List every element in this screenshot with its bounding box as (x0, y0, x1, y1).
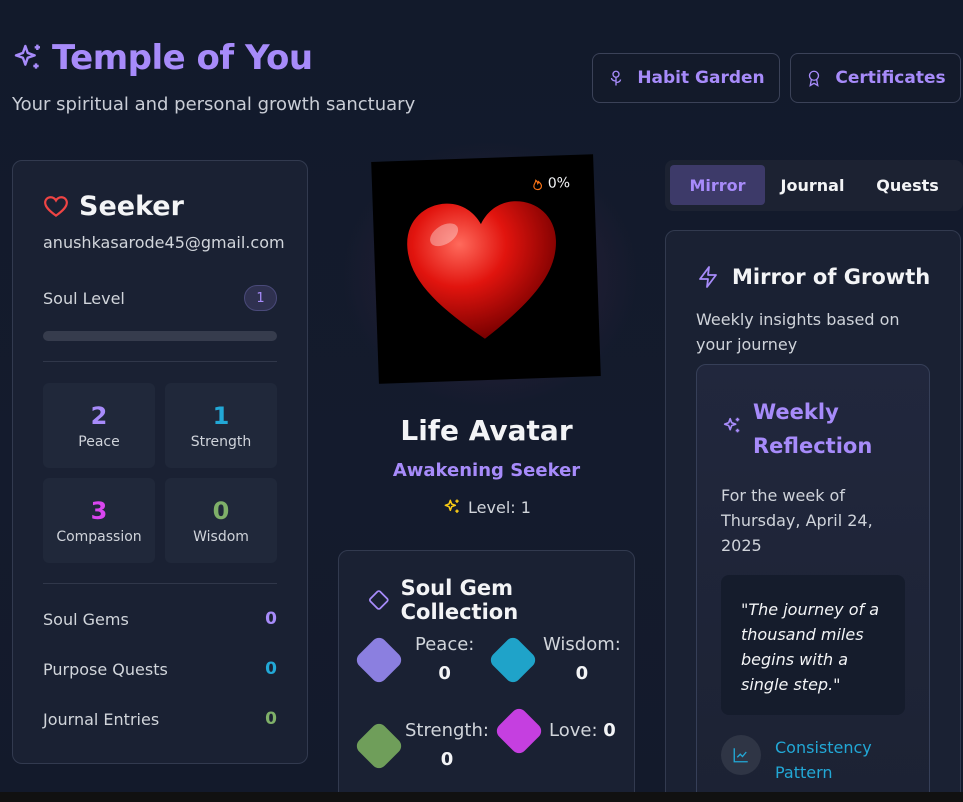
quote-text: "The journey of a thousand miles begins … (741, 600, 880, 694)
gem-collection-title: Soul Gem Collection (400, 576, 519, 624)
stat-compassion: 3 Compassion (43, 478, 155, 563)
line-chart-icon (721, 735, 761, 775)
gem-peace-shape (353, 634, 405, 686)
gem-label: Wisdom: (543, 634, 621, 655)
page-title-row: Temple of You (12, 38, 313, 78)
consistency-pattern[interactable]: Consistency Pattern (721, 735, 885, 785)
profile-card: Seeker anushkasarode45@gmail.com Soul Le… (12, 160, 308, 764)
gem-collection-header: Soul Gem Collection (367, 576, 634, 624)
count-label: Journal Entries (43, 709, 160, 729)
gem-value: 0 (603, 719, 616, 741)
stat-value: 1 (212, 401, 230, 430)
tab-quests[interactable]: Quests (860, 165, 955, 205)
gem-love-shape (493, 705, 545, 757)
quote-box: "The journey of a thousand miles begins … (721, 575, 905, 715)
sparkles-icon (14, 44, 40, 69)
avatar-progress-tag: 0% (531, 175, 571, 192)
gem-label: Love: (549, 719, 598, 741)
profile-email: anushkasarode45@gmail.com (43, 233, 285, 252)
divider (43, 361, 277, 362)
reflection-title: Weekly Reflection (753, 400, 873, 458)
stat-label: Wisdom (193, 528, 249, 545)
mirror-of-growth-card: Mirror of Growth Weekly insights based o… (665, 230, 961, 802)
avatar-subtitle: Awakening Seeker (392, 460, 581, 481)
gem-text: Wisdom: 0 (543, 631, 621, 689)
certificates-button[interactable]: Certificates (790, 53, 961, 103)
life-avatar-image: 0% (371, 154, 601, 384)
stat-value: 3 (90, 496, 108, 525)
sparkles-icon (723, 417, 740, 433)
mirror-title: Mirror of Growth (732, 265, 931, 289)
consistency-label: Consistency Pattern (775, 738, 872, 782)
avatar-title: Life Avatar (400, 414, 573, 447)
page-title: Temple of You (52, 38, 313, 78)
reflection-header: Weekly Reflection (721, 395, 883, 463)
sparkles-icon (444, 499, 459, 513)
gem-label: Peace: (415, 634, 475, 655)
award-icon (809, 70, 820, 87)
stat-strength: 1 Strength (165, 383, 277, 468)
lightning-icon (699, 266, 717, 288)
gem-text: Peace: 0 (415, 631, 474, 689)
reflection-week: For the week of Thursday, April 24, 2025 (721, 486, 873, 555)
avatar-progress-value: 0% (547, 175, 571, 192)
gem-peace: Peace: 0 (353, 631, 474, 689)
soul-level-label: Soul Level (43, 288, 125, 308)
stat-label: Strength (190, 433, 252, 450)
count-row-journal-entries: Journal Entries 0 (43, 709, 277, 729)
mirror-header: Mirror of Growth (696, 265, 930, 289)
gem-text: Strength: 0 (405, 717, 489, 775)
count-label: Purpose Quests (43, 659, 168, 679)
habit-garden-label: Habit Garden (637, 68, 765, 88)
gem-wisdom: Wisdom: 0 (487, 631, 621, 689)
stat-peace: 2 Peace (43, 383, 155, 468)
count-value: 0 (265, 709, 277, 729)
soul-level-row: Soul Level 1 (43, 285, 277, 311)
flower-icon (611, 70, 622, 86)
weekly-reflection-card: Weekly Reflection For the week of Thursd… (696, 364, 930, 802)
certificates-label: Certificates (835, 68, 946, 88)
tab-journal[interactable]: Journal (765, 165, 860, 205)
gem-love: Love: 0 (493, 705, 616, 757)
view-tabs: Mirror Journal Quests (665, 160, 963, 211)
gem-label: Strength: (405, 720, 489, 741)
count-row-purpose-quests: Purpose Quests 0 (43, 659, 277, 679)
gem-wisdom-shape (487, 634, 539, 686)
profile-name: Seeker (79, 191, 184, 222)
stat-value: 0 (212, 496, 230, 525)
soul-gem-collection-card: Soul Gem Collection Peace: 0 Wisdom: 0 S… (338, 550, 635, 802)
gem-text: Love: 0 (549, 717, 616, 746)
stat-label: Compassion (56, 528, 142, 545)
red-heart-icon (407, 201, 556, 339)
count-value: 0 (265, 609, 277, 629)
flame-icon (533, 179, 542, 191)
soul-level-badge: 1 (244, 285, 277, 311)
profile-header: Seeker (43, 191, 184, 222)
avatar-level-text: Level: 1 (468, 497, 531, 517)
count-row-soul-gems: Soul Gems 0 (43, 609, 277, 629)
stat-wisdom: 0 Wisdom (165, 478, 277, 563)
mirror-description: Weekly insights based on your journey (696, 310, 900, 354)
heart-icon (44, 195, 68, 217)
stat-label: Peace (78, 433, 120, 450)
gem-strength-shape (353, 720, 405, 772)
bottom-bar (0, 792, 963, 802)
avatar-level: Level: 1 (338, 497, 635, 517)
tab-mirror[interactable]: Mirror (670, 165, 765, 205)
habit-garden-button[interactable]: Habit Garden (592, 53, 780, 103)
diamond-icon (368, 590, 389, 610)
gem-value: 0 (575, 662, 589, 684)
count-label: Soul Gems (43, 609, 129, 629)
divider (43, 583, 277, 584)
gem-strength: Strength: 0 (353, 717, 489, 775)
gem-value: 0 (440, 748, 454, 770)
soul-level-progress (43, 331, 277, 341)
stat-value: 2 (90, 401, 108, 430)
gem-value: 0 (438, 662, 451, 684)
page-subtitle: Your spiritual and personal growth sanct… (12, 94, 416, 115)
count-value: 0 (265, 659, 277, 679)
